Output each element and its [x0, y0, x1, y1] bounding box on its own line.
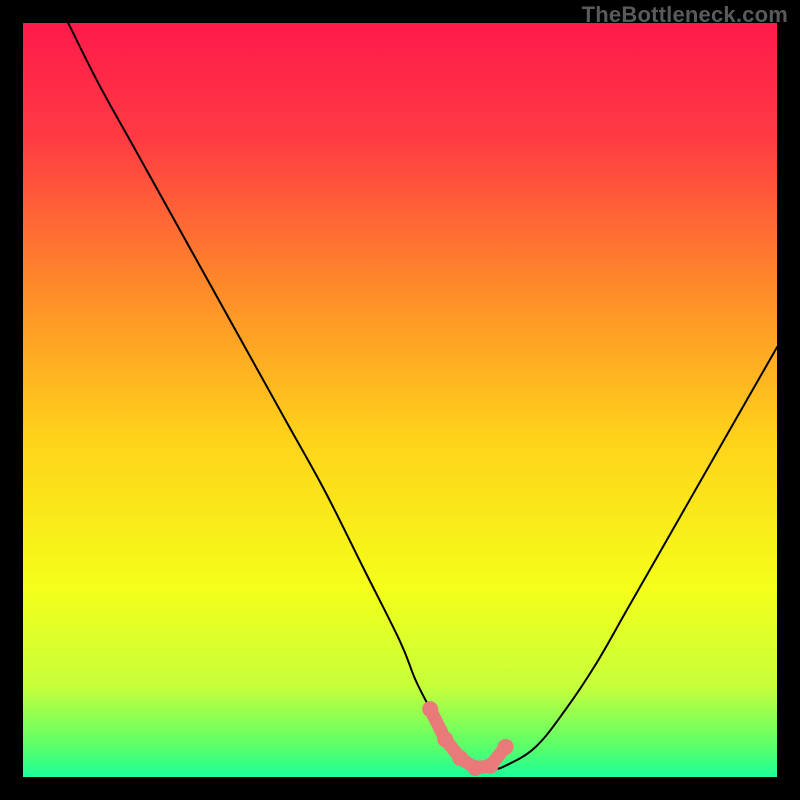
chart-svg — [23, 23, 777, 777]
sweet-spot-dot — [498, 739, 514, 755]
chart-frame: TheBottleneck.com — [0, 0, 800, 800]
sweet-spot-dot — [467, 760, 483, 776]
watermark-text: TheBottleneck.com — [582, 2, 788, 28]
sweet-spot-dot — [452, 750, 468, 766]
bottleneck-curve — [68, 23, 777, 770]
sweet-spot-markers — [422, 701, 513, 776]
sweet-spot-dot — [482, 758, 498, 774]
sweet-spot-dot — [437, 731, 453, 747]
sweet-spot-dot — [422, 701, 438, 717]
plot-area — [23, 23, 777, 777]
